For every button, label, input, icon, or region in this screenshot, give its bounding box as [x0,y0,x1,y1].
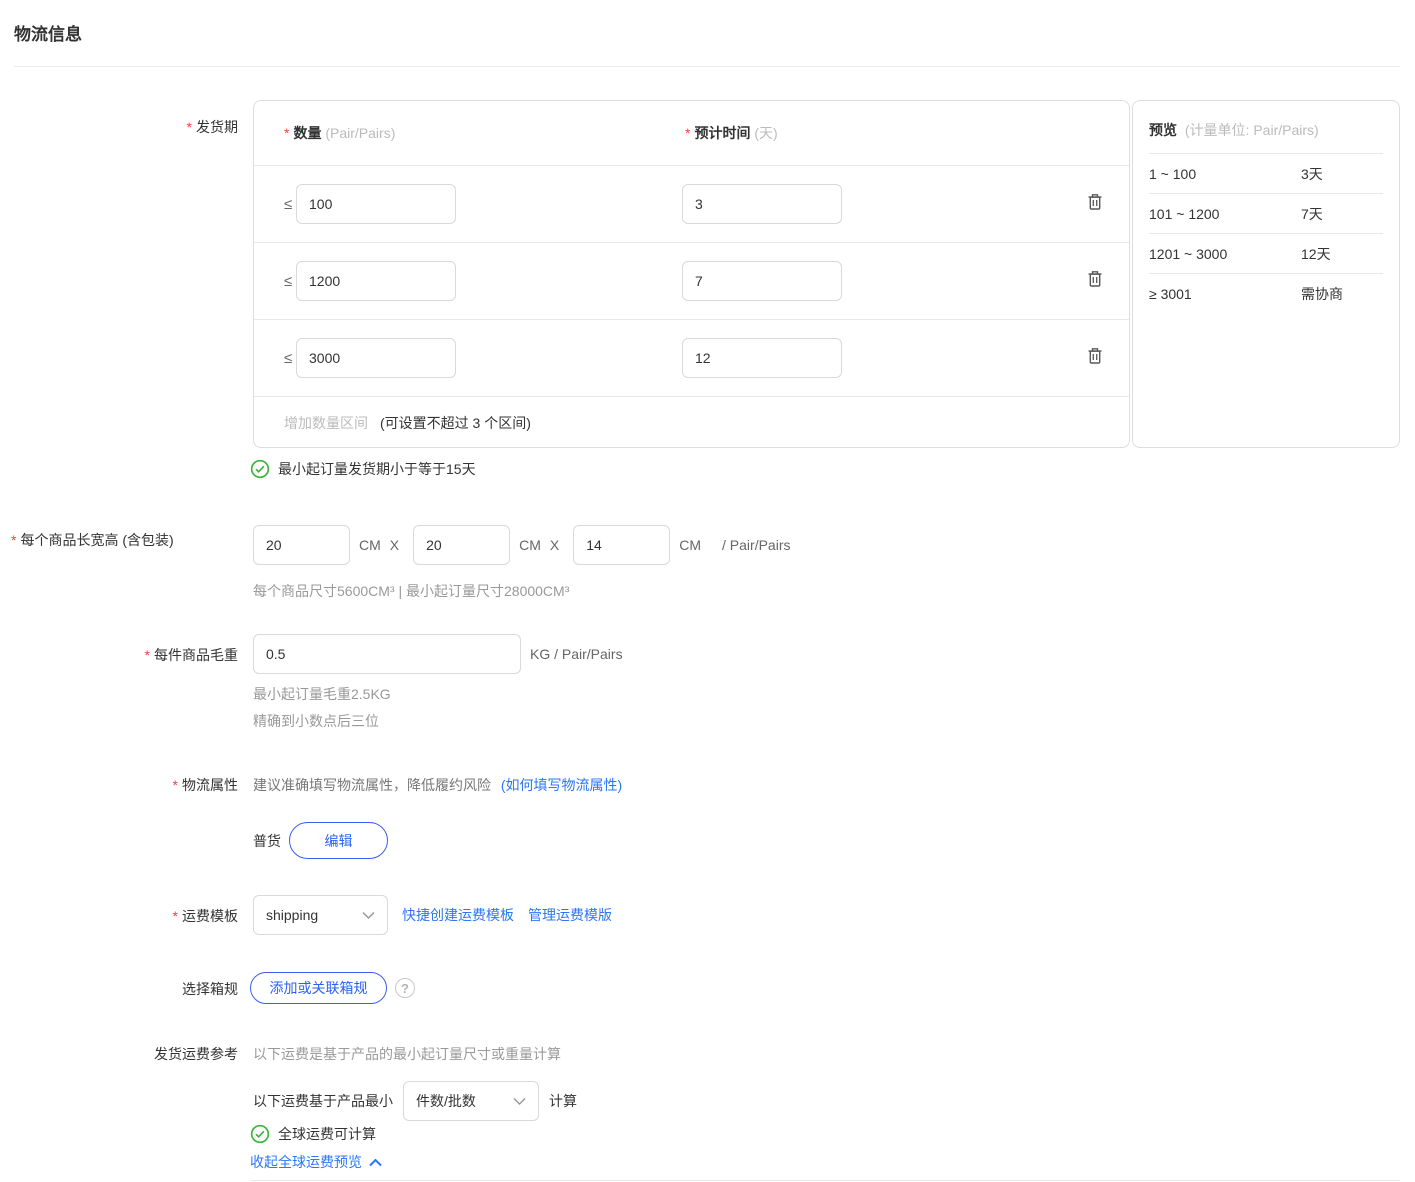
qty-input-3[interactable] [296,338,456,378]
required-asterisk: * [11,532,16,548]
weight-unit: KG / Pair/Pairs [530,646,623,662]
calc-suffix: 计算 [549,1091,577,1111]
delivery-valid-note: 最小起订量发货期小于等于15天 [250,459,476,479]
edit-attr-button[interactable]: 编辑 [289,822,388,859]
delivery-row-2: ≤ [254,243,1129,320]
preview-unit: (计量单位: Pair/Pairs) [1185,122,1319,138]
preview-title: 预览 [1149,122,1177,138]
freight-template-row: shipping 快捷创建运费模板 管理运费模版 [253,895,612,935]
bottom-divider [250,1180,1400,1181]
logistics-attr-desc: 建议准确填写物流属性，降低履约风险 (如何填写物流属性) [253,775,622,795]
required-asterisk: * [173,777,178,793]
preview-row: 101 ~ 1200 7天 [1149,193,1383,233]
qty-input-2[interactable] [296,261,456,301]
weight-hint-2: 精确到小数点后三位 [253,711,379,731]
dimensions-inputs: CM X CM X CM / Pair/Pairs [253,525,791,565]
trash-icon [1087,347,1103,364]
logistics-info-section: 物流信息 *发货期 *数量 (Pair/Pairs) *预计时间 (天) ≤ [0,0,1415,1182]
qty-unit: (Pair/Pairs) [325,125,395,141]
dimensions-per-unit: / Pair/Pairs [722,537,790,553]
calc-basis-select[interactable]: 件数/批数 [403,1081,539,1121]
times-symbol: X [550,537,559,553]
freight-template-label: *运费模板 [0,906,238,926]
delivery-row-3: ≤ [254,320,1129,397]
lte-symbol: ≤ [284,350,292,367]
dimensions-label: *每个商品长宽高 (含包装) [0,517,238,563]
how-to-fill-attr-link[interactable]: (如何填写物流属性) [501,777,622,793]
trash-icon [1087,270,1103,287]
times-symbol: X [390,537,399,553]
freight-calc-row: 以下运费基于产品最小 件数/批数 计算 [253,1081,577,1121]
length-input[interactable] [253,525,350,565]
weight-hint-1: 最小起订量毛重2.5KG [253,684,391,704]
question-circle-icon[interactable]: ? [395,978,415,998]
trash-icon [1087,193,1103,210]
collapse-preview-row: 收起全球运费预览 [250,1152,382,1172]
delivery-row-1: ≤ [254,166,1129,243]
logistics-attr-value-row: 普货 编辑 [253,822,388,859]
required-asterisk: * [284,125,289,141]
delivery-preview-panel: 预览 (计量单位: Pair/Pairs) 1 ~ 100 3天 101 ~ 1… [1132,100,1400,448]
check-circle-icon [250,459,270,479]
delivery-table-header: *数量 (Pair/Pairs) *预计时间 (天) [254,101,1129,166]
required-asterisk: * [685,125,690,141]
length-unit: CM [359,537,381,553]
freight-ref-desc: 以下运费是基于产品的最小起订量尺寸或重量计算 [253,1044,561,1064]
preview-row: 1201 ~ 3000 12天 [1149,233,1383,273]
add-quantity-range-link[interactable]: 增加数量区间 [284,413,368,433]
height-input[interactable] [573,525,670,565]
chevron-down-icon [513,1097,526,1106]
required-asterisk: * [173,908,178,924]
carton-spec-row: 添加或关联箱规 ? [250,972,415,1004]
time-unit: (天) [754,125,777,141]
freight-template-select[interactable]: shipping [253,895,388,935]
freight-ref-label: 发货运费参考 [0,1044,238,1064]
width-unit: CM [519,537,541,553]
page-title: 物流信息 [14,20,82,45]
weight-input[interactable] [253,634,521,674]
qty-input-1[interactable] [296,184,456,224]
attr-value: 普货 [253,831,281,851]
days-input-2[interactable] [682,261,842,301]
delivery-table-footer: 增加数量区间 (可设置不超过 3 个区间) [254,397,1129,449]
create-template-link[interactable]: 快捷创建运费模板 [402,905,514,925]
chevron-up-icon[interactable] [369,1158,382,1167]
delete-row-button-2[interactable] [1087,270,1103,290]
calc-basis-value: 件数/批数 [416,1091,476,1111]
delivery-period-table: *数量 (Pair/Pairs) *预计时间 (天) ≤ ≤ [253,100,1130,448]
weight-label: *每件商品毛重 [0,645,238,665]
calc-prefix: 以下运费基于产品最小 [253,1091,393,1111]
preview-row: 1 ~ 100 3天 [1149,153,1383,193]
required-asterisk: * [187,119,192,135]
check-circle-icon [250,1124,270,1144]
qty-column-header: *数量 (Pair/Pairs) [284,123,395,143]
delete-row-button-1[interactable] [1087,193,1103,213]
time-column-header: *预计时间 (天) [685,123,778,143]
delete-row-button-3[interactable] [1087,347,1103,367]
preview-row: ≥ 3001 需协商 [1149,273,1383,313]
logistics-attr-label: *物流属性 [0,775,238,795]
global-freight-note: 全球运费可计算 [250,1124,376,1144]
collapse-global-freight-link[interactable]: 收起全球运费预览 [250,1152,362,1172]
chevron-down-icon [362,911,375,920]
height-unit: CM [679,537,701,553]
add-carton-spec-button[interactable]: 添加或关联箱规 [250,972,387,1004]
days-input-1[interactable] [682,184,842,224]
days-input-3[interactable] [682,338,842,378]
dimensions-hint: 每个商品尺寸5600CM³ | 最小起订量尺寸28000CM³ [253,581,569,601]
add-range-hint: (可设置不超过 3 个区间) [380,413,531,433]
manage-template-link[interactable]: 管理运费模版 [528,905,612,925]
required-asterisk: * [145,647,150,663]
selected-template: shipping [266,907,318,923]
weight-row: KG / Pair/Pairs [253,634,632,674]
delivery-period-label: *发货期 [0,117,238,137]
lte-symbol: ≤ [284,273,292,290]
width-input[interactable] [413,525,510,565]
title-divider [14,66,1400,67]
carton-spec-label: 选择箱规 [0,979,238,999]
preview-header: 预览 (计量单位: Pair/Pairs) [1133,101,1399,153]
lte-symbol: ≤ [284,196,292,213]
